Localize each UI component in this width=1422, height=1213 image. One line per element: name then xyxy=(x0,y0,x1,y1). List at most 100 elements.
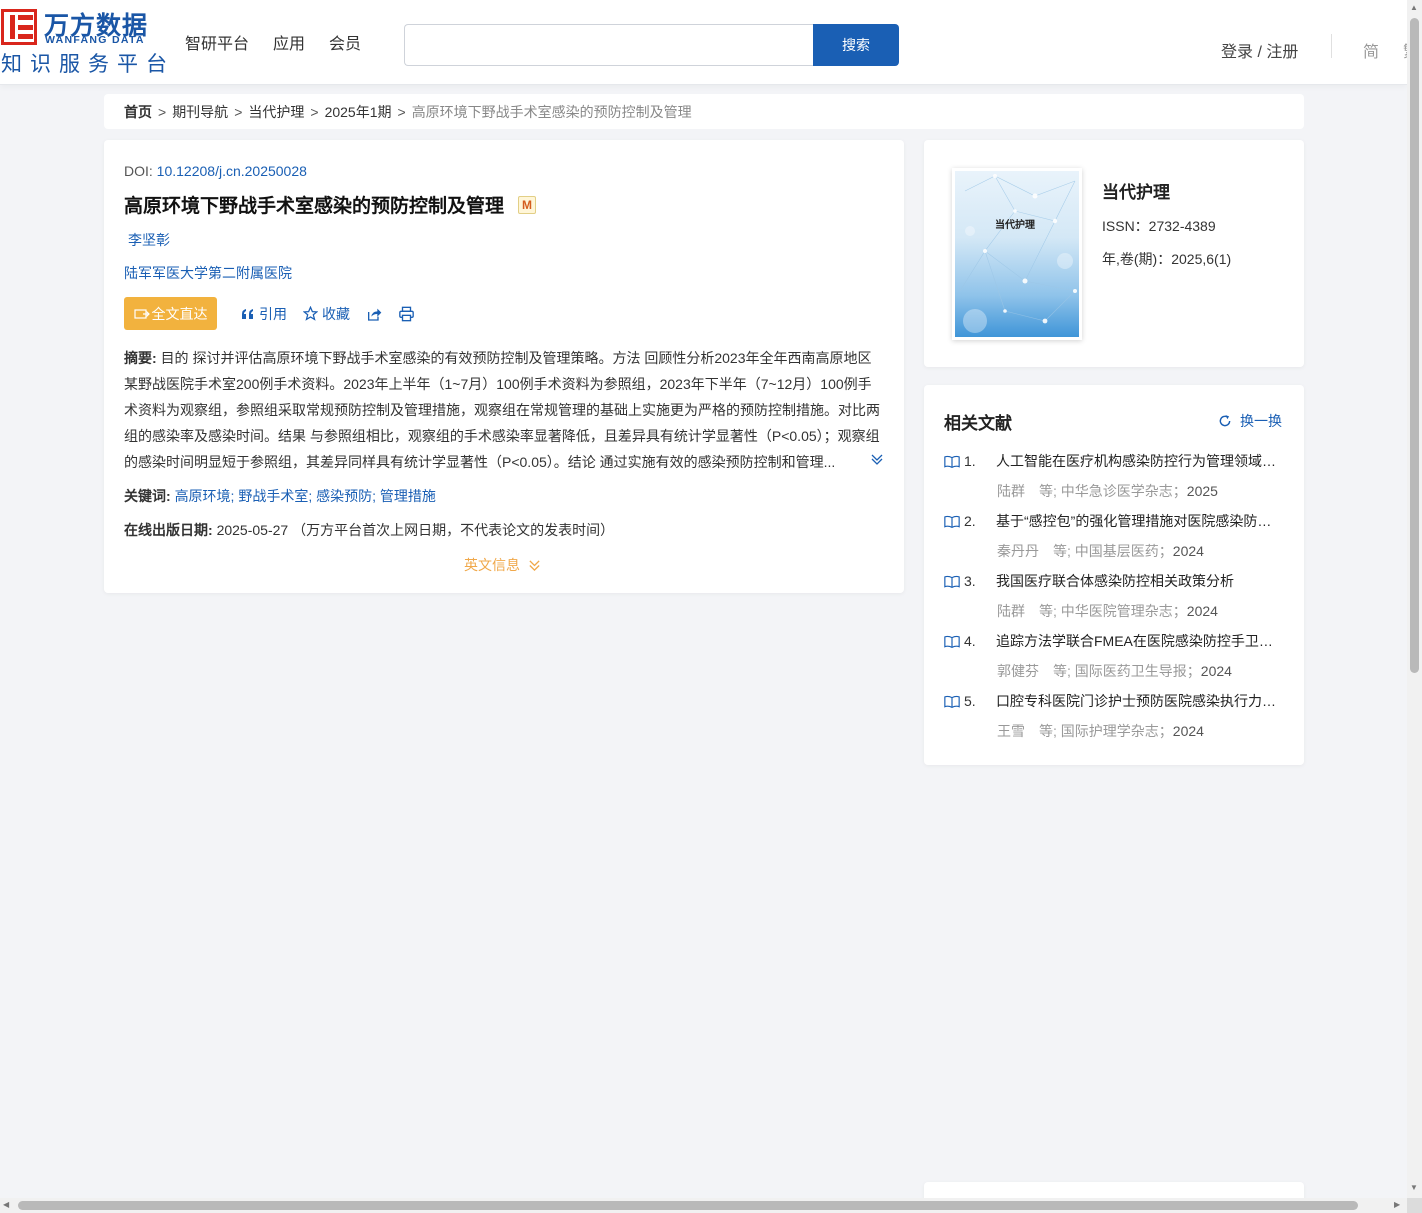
horizontal-scrollbar[interactable]: ◀ ▶ xyxy=(0,1198,1407,1213)
print-button[interactable] xyxy=(398,306,415,322)
related-item-number: 5. xyxy=(964,693,976,709)
logo-subtitle: 知识服务平台 xyxy=(1,53,175,76)
related-item-journal[interactable]: 中华急诊医学杂志； xyxy=(1061,483,1187,499)
journal-cover[interactable]: 当代护理 xyxy=(952,168,1082,340)
doi-label: DOI: xyxy=(124,163,153,179)
search-button[interactable]: 搜索 xyxy=(813,24,899,66)
vertical-scrollbar[interactable]: ▲ ▼ xyxy=(1407,0,1422,1198)
scrollbar-corner xyxy=(1407,1198,1422,1213)
keywords-label: 关键词: xyxy=(124,488,171,504)
scroll-right-arrow-icon[interactable]: ▶ xyxy=(1394,1200,1400,1209)
print-icon xyxy=(399,306,414,321)
related-item-number: 1. xyxy=(964,453,976,469)
journal-card: 当代护理 当代护理 ISSN：2732-4389 年,卷(期)：2025,6(1… xyxy=(924,140,1304,367)
vertical-scroll-thumb[interactable] xyxy=(1410,18,1419,673)
related-item-authors[interactable]: 郭健芬 等; xyxy=(997,663,1071,679)
related-item-journal[interactable]: 国际医药卫生导报； xyxy=(1075,663,1201,679)
book-icon xyxy=(944,635,960,648)
related-item-title[interactable]: 基于“感控包”的强化管理措施对医院感染防控的效果 xyxy=(996,511,1276,531)
keyword-link[interactable]: 野战手术室; xyxy=(238,488,312,504)
related-item-title[interactable]: 追踪方法学联合FMEA在医院感染防控手卫生管理中的应用 xyxy=(996,631,1276,651)
abstract-label: 摘要: xyxy=(124,350,157,366)
english-info-toggle[interactable]: 英文信息 xyxy=(464,555,541,575)
favorite-label: 收藏 xyxy=(322,305,350,322)
related-item-meta: 郭健芬 等; 国际医药卫生导报；2024 xyxy=(997,661,1289,681)
share-button[interactable] xyxy=(366,306,382,322)
top-nav: 智研平台 应用 会员 xyxy=(185,30,361,54)
expand-abstract-icon[interactable] xyxy=(870,452,884,466)
related-item-year: 2024 xyxy=(1172,723,1204,739)
keyword-link[interactable]: 感染预防; xyxy=(316,488,376,504)
related-item-year: 2024 xyxy=(1200,663,1232,679)
breadcrumb-separator: > xyxy=(310,103,319,120)
lang-simplified[interactable]: 简 xyxy=(1363,38,1379,62)
related-item-authors[interactable]: 秦丹丹 等; xyxy=(997,543,1071,559)
related-item-meta: 王雪 等; 国际护理学杂志；2024 xyxy=(997,721,1289,741)
article-title-row: 高原环境下野战手术室感染的预防控制及管理 M xyxy=(124,191,537,218)
related-literature-card: 相关文献 换一换 1. 人工智能在医疗机构感染防控行为管理领域的应用 陆群 等; 中… xyxy=(924,385,1304,765)
related-heading: 相关文献 xyxy=(944,414,1012,433)
pubdate-label: 在线出版日期: xyxy=(124,522,213,538)
related-item-journal[interactable]: 中国基层医药； xyxy=(1075,543,1173,559)
refresh-label: 换一换 xyxy=(1240,413,1282,429)
logo-text-en: WANFANG DATA xyxy=(45,34,145,46)
nav-item-member[interactable]: 会员 xyxy=(329,30,361,54)
author-link[interactable]: 李坚彰 xyxy=(128,230,170,250)
breadcrumb-journal[interactable]: 当代护理 xyxy=(248,102,304,122)
breadcrumb-issue[interactable]: 2025年1期 xyxy=(325,102,392,122)
breadcrumb-journal-nav[interactable]: 期刊导航 xyxy=(172,102,228,122)
chevron-double-down-icon xyxy=(529,559,540,571)
doi-line: DOI: 10.12208/j.cn.20250028 xyxy=(124,163,307,179)
doi-link[interactable]: 10.12208/j.cn.20250028 xyxy=(157,163,307,179)
breadcrumb-home[interactable]: 首页 xyxy=(124,102,152,122)
related-item-title-row: 5. 口腔专科医院门诊护士预防医院感染执行力的调查分析 xyxy=(944,691,1289,711)
related-item-authors[interactable]: 陆群 等; xyxy=(997,603,1057,619)
related-item-title[interactable]: 我国医疗联合体感染防控相关政策分析 xyxy=(996,571,1276,591)
cover-title: 当代护理 xyxy=(995,220,1035,231)
journal-name[interactable]: 当代护理 xyxy=(1102,178,1170,203)
wanfang-logo[interactable]: 万方数据 WANFANG DATA 知识服务平台 xyxy=(1,8,167,76)
related-item-journal[interactable]: 中华医院管理杂志； xyxy=(1061,603,1187,619)
keyword-link[interactable]: 管理措施 xyxy=(380,488,436,504)
related-item-journal[interactable]: 国际护理学杂志； xyxy=(1061,723,1173,739)
related-item-year: 2024 xyxy=(1186,603,1218,619)
login-register-link[interactable]: 登录 / 注册 xyxy=(1221,38,1298,62)
related-item-title-row: 4. 追踪方法学联合FMEA在医院感染防控手卫生管理中的应用 xyxy=(944,631,1289,651)
pubdate-value: 2025-05-27 xyxy=(216,522,289,538)
cite-button[interactable]: 引用 xyxy=(241,304,287,324)
keyword-link[interactable]: 高原环境; xyxy=(175,488,235,504)
share-icon xyxy=(368,308,382,321)
nav-item-zhiyan[interactable]: 智研平台 xyxy=(185,30,249,54)
breadcrumb-separator: > xyxy=(397,103,406,120)
related-item-title[interactable]: 人工智能在医疗机构感染防控行为管理领域的应用 xyxy=(996,451,1276,471)
related-item-meta: 陆群 等; 中华急诊医学杂志；2025 xyxy=(997,481,1289,501)
horizontal-scroll-thumb[interactable] xyxy=(18,1201,1358,1210)
pubdate-note: （万方平台首次上网日期，不代表论文的发表时间） xyxy=(292,522,615,538)
m-badge-icon[interactable]: M xyxy=(518,195,537,214)
quote-icon xyxy=(242,308,253,319)
related-item-title[interactable]: 口腔专科医院门诊护士预防医院感染执行力的调查分析 xyxy=(996,691,1276,711)
related-item-authors[interactable]: 王雪 等; xyxy=(997,723,1057,739)
star-icon xyxy=(303,306,318,321)
search-input[interactable] xyxy=(404,24,814,66)
abstract: 摘要: 目的 探讨并评估高原环境下野战手术室感染的有效预防控制及管理策略。方法 … xyxy=(124,345,884,475)
site-header: 万方数据 WANFANG DATA 知识服务平台 智研平台 应用 会员 搜索 登… xyxy=(0,0,1407,85)
journal-volume: 年,卷(期)：2025,6(1) xyxy=(1102,251,1232,267)
organization-link[interactable]: 陆军军医大学第二附属医院 xyxy=(124,263,292,283)
refresh-icon xyxy=(1219,415,1231,427)
refresh-button[interactable]: 换一换 xyxy=(1218,411,1282,431)
related-item: 4. 追踪方法学联合FMEA在医院感染防控手卫生管理中的应用郭健芬 等; 国际医药… xyxy=(944,631,1289,681)
related-item-meta: 秦丹丹 等; 中国基层医药；2024 xyxy=(997,541,1289,561)
fulltext-button[interactable]: 全文直达 xyxy=(124,297,217,330)
article-title: 高原环境下野战手术室感染的预防控制及管理 xyxy=(124,196,505,217)
nav-item-apps[interactable]: 应用 xyxy=(273,30,305,54)
cite-label: 引用 xyxy=(259,305,287,322)
related-item-authors[interactable]: 陆群 等; xyxy=(997,483,1057,499)
related-item-title-row: 2. 基于“感控包”的强化管理措施对医院感染防控的效果 xyxy=(944,511,1289,531)
header-divider xyxy=(1331,34,1332,58)
favorite-button[interactable]: 收藏 xyxy=(303,304,350,324)
scroll-up-arrow-icon[interactable]: ▲ xyxy=(1410,3,1418,12)
book-icon xyxy=(944,455,960,468)
scroll-down-arrow-icon[interactable]: ▼ xyxy=(1410,1183,1418,1192)
scroll-left-arrow-icon[interactable]: ◀ xyxy=(3,1200,9,1209)
